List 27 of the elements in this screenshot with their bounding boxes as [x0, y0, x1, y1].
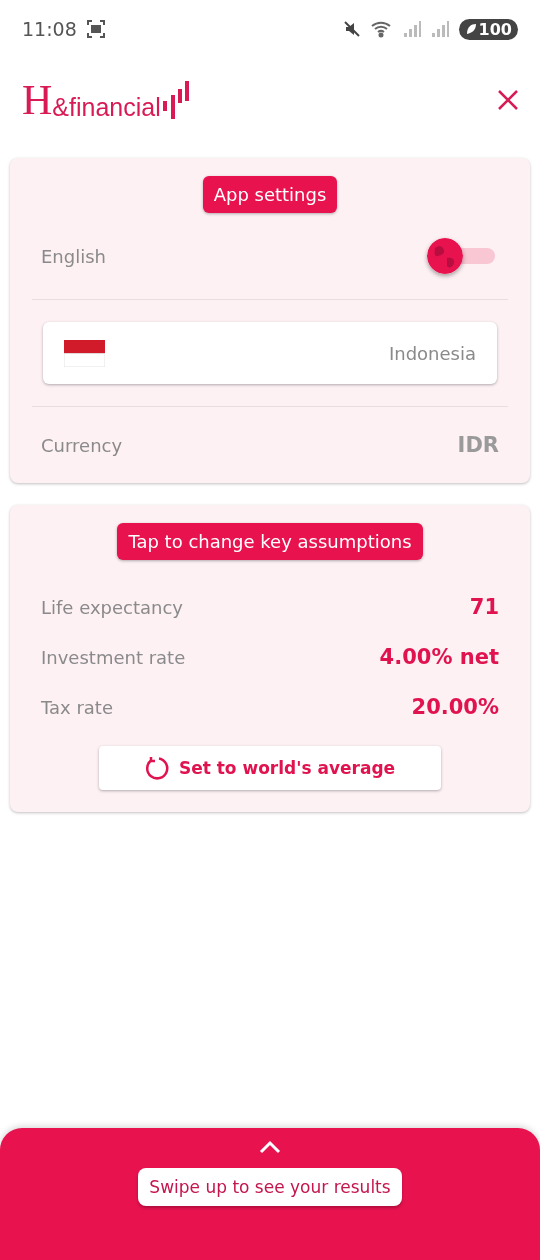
chevron-up-icon[interactable] — [259, 1140, 281, 1154]
assumption-label: Life expectancy — [41, 596, 183, 618]
assumption-value: 71 — [469, 595, 499, 619]
assumption-value: 4.00% net — [379, 645, 499, 669]
refresh-icon — [144, 756, 169, 780]
currency-value: IDR — [457, 433, 499, 457]
assumption-label: Tax rate — [41, 696, 113, 718]
app-logo: H&financial — [22, 79, 191, 121]
assumption-value: 20.00% — [411, 695, 499, 719]
results-button[interactable]: Swipe up to see your results — [138, 1168, 402, 1206]
assumption-label: Investment rate — [41, 646, 186, 668]
currency-label: Currency — [41, 434, 123, 456]
assumptions-button[interactable]: Tap to change key assumptions — [117, 523, 423, 560]
signal-icon — [430, 20, 449, 38]
language-label: English — [41, 245, 106, 267]
app-settings-button[interactable]: App settings — [202, 176, 338, 213]
flag-icon — [64, 339, 105, 367]
battery-indicator: 100 — [458, 18, 518, 40]
wifi-icon — [370, 20, 393, 38]
screenshot-icon — [86, 20, 105, 38]
close-button[interactable] — [496, 88, 520, 112]
mute-icon — [342, 20, 361, 38]
country-selector[interactable]: Indonesia — [43, 322, 497, 384]
status-time: 11:08 — [22, 18, 77, 40]
reset-button[interactable]: Set to world's average — [98, 746, 442, 790]
signal-icon — [402, 20, 421, 38]
bottom-sheet[interactable]: Swipe up to see your results — [0, 1128, 540, 1260]
